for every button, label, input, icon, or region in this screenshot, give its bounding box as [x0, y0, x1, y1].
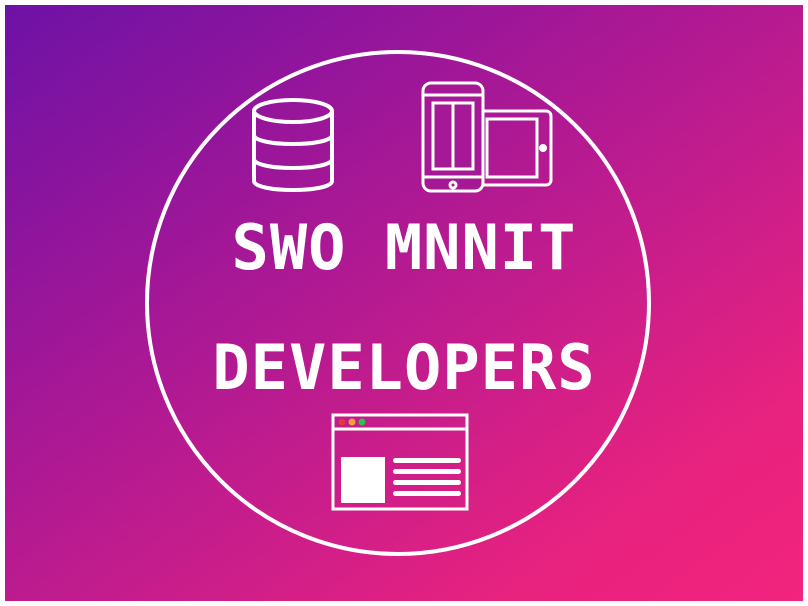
- browser-window-icon: [331, 413, 469, 511]
- devices-icon: [421, 81, 553, 193]
- logo-background: SWO MNNIT DEVELOPERS: [5, 5, 803, 601]
- title-line-1: SWO MNNIT: [231, 211, 577, 284]
- database-icon: [252, 98, 334, 192]
- title-line-2: DEVELOPERS: [212, 331, 596, 404]
